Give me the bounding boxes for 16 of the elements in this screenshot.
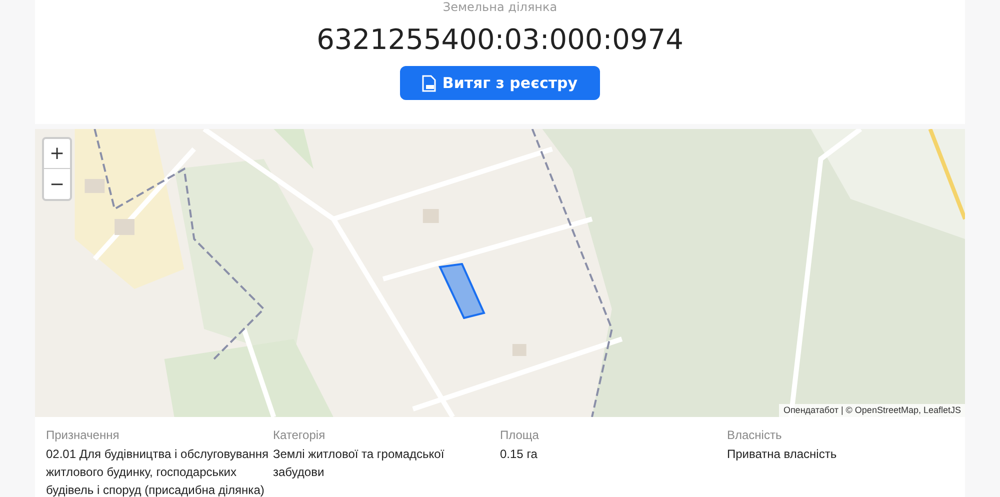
- pdf-file-icon: [422, 74, 436, 92]
- detail-label: Призначення: [46, 427, 120, 443]
- zoom-in-button[interactable]: +: [44, 139, 70, 169]
- detail-label: Власність: [727, 427, 783, 443]
- detail-value: 02.01 Для будівництва і обслуговування житлового будинку, господарських будівель і споруд (присадибна ділянка): [46, 446, 270, 497]
- detail-value: 0.15 га: [500, 446, 538, 463]
- section-label: Земельна ділянка: [442, 0, 558, 14]
- zoom-out-button[interactable]: −: [44, 169, 70, 199]
- detail-value: Приватна власність: [727, 446, 838, 463]
- extract-button[interactable]: Витяг з реєстру: [400, 66, 600, 100]
- detail-label: Категорія: [273, 427, 326, 443]
- cadastral-number: 6321255400:03:000:0974: [316, 23, 684, 57]
- map-attribution: Опендатабот | © OpenStreetMap, LeafletJS: [779, 404, 965, 417]
- detail-value: Землі житлової та громадської забудови: [273, 446, 446, 481]
- parcel-polygon: [438, 263, 486, 319]
- detail-label: Площа: [500, 427, 540, 443]
